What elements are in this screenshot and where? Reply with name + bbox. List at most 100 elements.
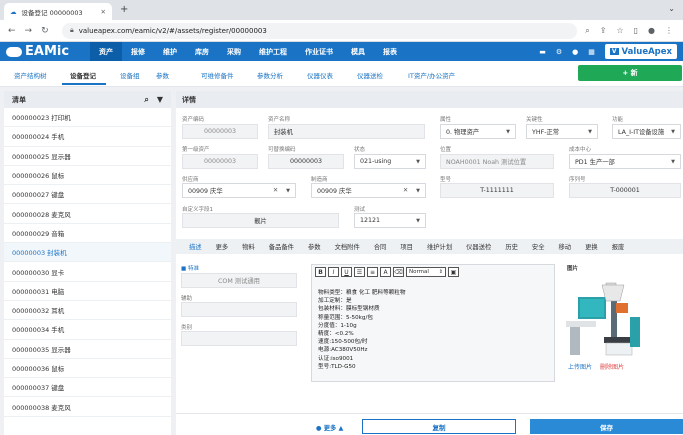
criticality-select[interactable]: YHF-正常 ▼: [526, 124, 598, 139]
subnav-item[interactable]: 可维修备件: [201, 70, 234, 80]
subnav-item[interactable]: 设备组: [120, 70, 140, 80]
subnav-item[interactable]: 设备登记: [70, 70, 96, 80]
rich-text-editor[interactable]: B I U ☰ ≡ A ⌫ Normal ⇕ ▣ 物料类型：粮食 化工 肥料等颗粒…: [311, 264, 555, 382]
clear-icon[interactable]: ✕: [273, 187, 278, 194]
search-icon[interactable]: ⌕: [144, 95, 148, 105]
detail-tab[interactable]: 安全: [525, 242, 552, 251]
bullet-list-icon[interactable]: ☰: [354, 267, 365, 277]
back-icon[interactable]: ←: [8, 26, 16, 36]
aux-field[interactable]: [181, 302, 297, 317]
list-item[interactable]: 000000034 手机: [4, 320, 171, 340]
upload-image-link[interactable]: 上传图片: [568, 362, 592, 371]
grid-icon[interactable]: ▦: [588, 48, 595, 56]
filter-icon[interactable]: ▼: [157, 95, 163, 105]
list-item[interactable]: 000000023 打印机: [4, 108, 171, 128]
list-item[interactable]: 000000031 电脑: [4, 282, 171, 301]
detail-tab[interactable]: 文档附件: [328, 242, 367, 251]
menu-item[interactable]: 维护工程: [250, 42, 296, 61]
list-item[interactable]: 000000028 麦克风: [4, 204, 171, 224]
function-select[interactable]: LA_I-IT设备设施 ▼: [612, 124, 681, 139]
asset-code-field[interactable]: 00000003: [182, 124, 258, 139]
detail-tab[interactable]: 项目: [393, 242, 420, 251]
parent-asset-field[interactable]: 00000003: [182, 154, 258, 169]
menu-item[interactable]: 报表: [374, 42, 406, 61]
subnav-item[interactable]: 参数: [156, 70, 169, 80]
detail-tab[interactable]: 合同: [367, 242, 394, 251]
subnav-item[interactable]: 仪器送检: [357, 70, 383, 80]
detail-tab[interactable]: 历史: [498, 242, 525, 251]
detail-tab[interactable]: 物料: [235, 242, 262, 251]
message-icon[interactable]: ▬: [539, 48, 546, 56]
close-tab-icon[interactable]: ✕: [101, 8, 106, 16]
special-checkbox[interactable]: ■ 特准: [181, 264, 199, 272]
detail-tab[interactable]: 移动: [552, 242, 579, 251]
tab-search-icon[interactable]: ⌄: [668, 4, 675, 13]
more-toggle[interactable]: ● 更多 ▲: [316, 423, 343, 432]
list-item[interactable]: 000000027 键盘: [4, 185, 171, 205]
app-logo[interactable]: EAMic: [0, 44, 90, 59]
sidebar-icon[interactable]: ▯: [634, 26, 638, 36]
subnav-item[interactable]: 资产结构树: [14, 70, 47, 80]
user-icon[interactable]: ●: [572, 48, 578, 56]
subnav-item[interactable]: 仪器仪表: [307, 70, 333, 80]
cost-center-select[interactable]: PD1 生产一部 ▼: [569, 154, 681, 169]
browser-tab[interactable]: ☁ 设备登记 00000003 ✕: [4, 3, 112, 20]
list-item[interactable]: 000000038 麦克风: [4, 397, 171, 417]
desc-field-1[interactable]: COM 测试通用: [181, 273, 297, 288]
save-button[interactable]: 保存: [530, 419, 683, 434]
list-item[interactable]: 00000003 封装机: [4, 243, 171, 263]
attribute-select[interactable]: 0. 物理资产 ▼: [440, 124, 516, 139]
model-field[interactable]: T-1111111: [440, 183, 554, 198]
menu-item[interactable]: 维护: [154, 42, 186, 61]
settings-icon[interactable]: ⚙: [556, 48, 562, 56]
clear-icon[interactable]: ✕: [403, 187, 408, 194]
menu-item[interactable]: 库房: [186, 42, 218, 61]
list-item[interactable]: 000000035 显示器: [4, 340, 171, 359]
url-field[interactable]: 🔒︎ valueapex.com/eamic/v2/#/assets/regis…: [62, 22, 578, 39]
list-item[interactable]: 000000026 鼠标: [4, 166, 171, 186]
menu-item[interactable]: 模具: [342, 42, 374, 61]
state-select[interactable]: 021-using ▼: [354, 154, 426, 169]
test-select[interactable]: 12121 ▼: [354, 213, 426, 228]
serial-field[interactable]: T-000001: [569, 183, 681, 198]
format-select[interactable]: Normal ⇕: [406, 267, 446, 277]
list-item[interactable]: 000000024 手机: [4, 127, 171, 147]
new-button[interactable]: + 新: [578, 65, 682, 81]
manufacturer-select[interactable]: 00909 庆华 ✕ ▼: [311, 183, 426, 198]
list-item[interactable]: 000000036 鼠标: [4, 359, 171, 379]
profile-icon[interactable]: ●: [648, 26, 655, 36]
zoom-icon[interactable]: ⌕: [585, 26, 589, 36]
subnav-item[interactable]: 参数分析: [257, 70, 283, 80]
new-tab-icon[interactable]: +: [120, 4, 128, 15]
numbered-list-icon[interactable]: ≡: [367, 267, 378, 277]
supplier-select[interactable]: 00909 庆华 ✕ ▼: [182, 183, 296, 198]
detail-tab[interactable]: 描述: [176, 242, 209, 251]
menu-item[interactable]: 报修: [122, 42, 154, 61]
italic-icon[interactable]: I: [328, 267, 339, 277]
bold-icon[interactable]: B: [315, 267, 326, 277]
font-color-icon[interactable]: A: [380, 267, 391, 277]
detail-tab[interactable]: 更换: [578, 242, 605, 251]
menu-item[interactable]: 采购: [218, 42, 250, 61]
detail-tab[interactable]: 维护计划: [420, 242, 459, 251]
detail-tab[interactable]: 更多: [209, 242, 236, 251]
menu-kebab-icon[interactable]: ⋮: [665, 26, 673, 36]
clear-format-icon[interactable]: ⌫: [393, 267, 404, 277]
asset-name-field[interactable]: 封装机: [268, 124, 425, 139]
underline-icon[interactable]: U: [341, 267, 352, 277]
delete-image-link[interactable]: 删除图片: [600, 362, 624, 371]
image-insert-icon[interactable]: ▣: [448, 267, 459, 277]
reload-icon[interactable]: ↻: [41, 26, 49, 36]
list-item[interactable]: 000000029 音箱: [4, 224, 171, 244]
subnav-item[interactable]: IT资产/办公资产: [408, 70, 455, 80]
replace-code-field[interactable]: 00000003: [268, 154, 344, 169]
menu-item[interactable]: 资产: [90, 42, 122, 61]
category-field[interactable]: [181, 331, 297, 346]
detail-tab[interactable]: 参数: [301, 242, 328, 251]
bookmark-star-icon[interactable]: ☆: [616, 26, 623, 36]
detail-tab[interactable]: 备品备件: [262, 242, 301, 251]
detail-tab[interactable]: 报废: [605, 242, 632, 251]
forward-icon[interactable]: →: [25, 26, 33, 36]
location-field[interactable]: NOAH0001 Noah 测试位置: [440, 154, 554, 169]
list-item[interactable]: 000000037 键盘: [4, 378, 171, 398]
